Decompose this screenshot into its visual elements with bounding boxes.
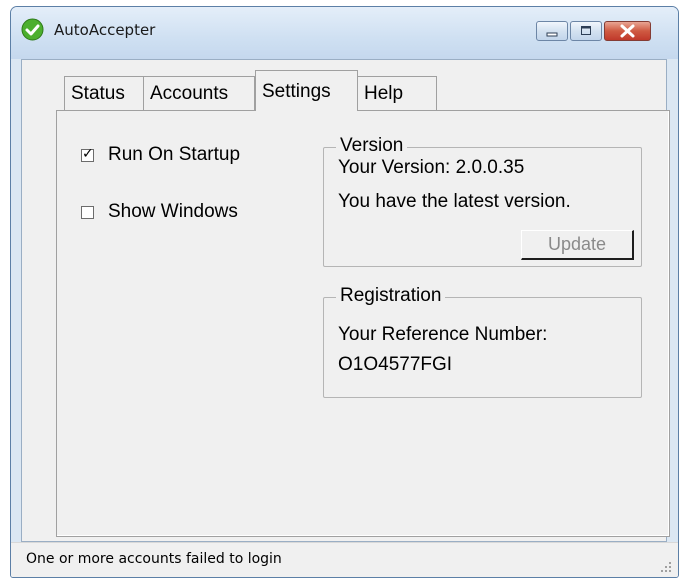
run-on-startup-box[interactable]: ✓	[81, 145, 94, 162]
close-button[interactable]	[604, 21, 651, 41]
reference-number-value: O1O4577FGI	[338, 354, 453, 375]
status-bar: One or more accounts failed to login	[11, 542, 678, 577]
window-title: AutoAccepter	[54, 21, 156, 39]
show-windows-label: Show Windows	[108, 201, 238, 222]
maximize-button[interactable]	[570, 21, 602, 41]
tab-settings-label: Settings	[262, 81, 331, 102]
version-status-text: You have the latest version.	[338, 191, 571, 212]
version-group: Version Your Version: 2.0.0.35 You have …	[323, 135, 642, 267]
version-group-title: Version	[336, 135, 408, 157]
registration-group-title: Registration	[336, 285, 446, 307]
checkmark-icon: ✓	[82, 145, 94, 162]
minimize-icon	[546, 32, 558, 37]
update-button[interactable]: Update	[521, 230, 634, 260]
tab-status-label: Status	[71, 83, 125, 104]
your-version-text: Your Version: 2.0.0.35	[338, 157, 525, 178]
registration-group: Registration Your Reference Number: O1O4…	[323, 285, 642, 398]
tab-settings[interactable]: Settings	[255, 70, 358, 111]
close-icon	[620, 24, 635, 38]
run-on-startup-label: Run On Startup	[108, 144, 241, 165]
run-on-startup-checkbox[interactable]: ✓ Run On Startup	[81, 144, 240, 166]
app-icon	[21, 18, 44, 41]
reference-number-label: Your Reference Number:	[338, 324, 548, 345]
tab-accounts[interactable]: Accounts	[143, 76, 255, 110]
show-windows-box[interactable]	[81, 205, 94, 219]
tab-status[interactable]: Status	[64, 76, 144, 110]
app-window: AutoAccepter Status Accounts Settings He…	[10, 6, 679, 578]
tab-accounts-label: Accounts	[150, 83, 229, 104]
tab-help-label: Help	[364, 83, 404, 104]
title-bar[interactable]: AutoAccepter	[11, 7, 678, 59]
tab-help[interactable]: Help	[357, 76, 437, 110]
status-text: One or more accounts failed to login	[26, 551, 282, 567]
minimize-button[interactable]	[536, 21, 568, 41]
maximize-icon	[581, 26, 591, 35]
show-windows-checkbox[interactable]: Show Windows	[81, 201, 238, 223]
resize-grip-icon[interactable]	[660, 561, 672, 573]
